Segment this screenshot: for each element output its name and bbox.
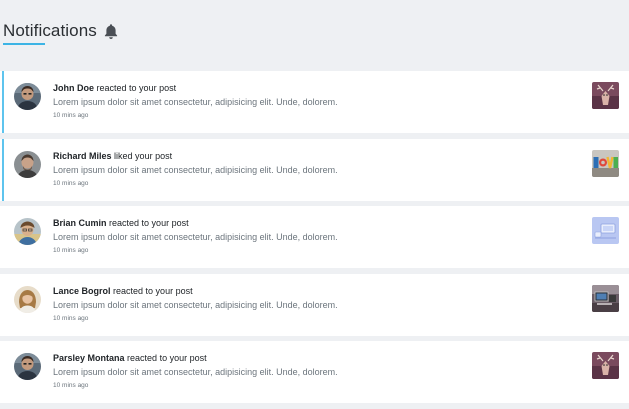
notification-action: reacted to your post [109, 218, 189, 228]
notification-content: Richard Miles liked your post Lorem ipsu… [53, 151, 338, 188]
notification-item[interactable]: Lance Bogrol reacted to your post Lorem … [0, 273, 629, 336]
notification-action: reacted to your post [113, 285, 193, 296]
avatar[interactable] [14, 150, 41, 178]
notification-message: Lorem ipsum dolor sit amet consectetur, … [53, 299, 338, 310]
post-thumbnail[interactable] [592, 149, 619, 177]
notification-content: Lance Bogrol reacted to your post Lorem … [53, 286, 338, 323]
user-name[interactable]: Parsley Montana [53, 353, 125, 363]
post-thumbnail[interactable] [592, 217, 619, 244]
user-name[interactable]: Brian Cumin [53, 218, 107, 228]
notification-headline: Parsley Montana reacted to your post [53, 353, 338, 364]
avatar[interactable] [14, 285, 41, 313]
avatar[interactable] [14, 353, 41, 380]
notification-item[interactable]: Richard Miles liked your post Lorem ipsu… [0, 138, 629, 201]
page-title: Notifications [3, 21, 97, 40]
post-thumbnail[interactable] [592, 352, 619, 379]
notification-headline: Lance Bogrol reacted to your post [53, 286, 338, 297]
user-name[interactable]: John Doe [53, 83, 94, 93]
notification-list: John Doe reacted to your post Lorem ipsu… [0, 71, 629, 409]
notification-message: Lorem ipsum dolor sit amet consectetur, … [53, 232, 338, 242]
post-thumbnail[interactable] [592, 82, 619, 109]
notification-headline: Richard Miles liked your post [53, 151, 338, 162]
notification-item[interactable]: John Doe reacted to your post Lorem ipsu… [0, 71, 629, 133]
bell-icon [103, 23, 119, 40]
user-name[interactable]: Richard Miles [53, 151, 112, 161]
avatar[interactable] [14, 218, 41, 245]
notification-message: Lorem ipsum dolor sit amet consectetur, … [53, 367, 338, 377]
notification-time: 10 mins ago [53, 179, 89, 187]
notification-headline: John Doe reacted to your post [53, 83, 338, 94]
notification-content: Parsley Montana reacted to your post Lor… [53, 353, 338, 390]
notification-action: liked your post [114, 150, 173, 161]
notification-time: 10 mins ago [53, 382, 89, 389]
notification-content: John Doe reacted to your post Lorem ipsu… [53, 83, 338, 120]
notification-headline: Brian Cumin reacted to your post [53, 218, 338, 229]
notification-time: 10 mins ago [53, 112, 89, 119]
post-thumbnail[interactable] [592, 284, 619, 312]
notification-action: reacted to your post [127, 353, 207, 363]
page-header: Notifications [3, 20, 119, 45]
notification-message: Lorem ipsum dolor sit amet consectetur, … [53, 97, 338, 107]
notification-time: 10 mins ago [53, 247, 89, 254]
notification-content: Brian Cumin reacted to your post Lorem i… [53, 218, 338, 255]
avatar[interactable] [14, 83, 41, 110]
user-name[interactable]: Lance Bogrol [53, 286, 111, 296]
notification-item[interactable]: Brian Cumin reacted to your post Lorem i… [0, 206, 629, 268]
notification-time: 10 mins ago [53, 314, 89, 322]
title-underline [3, 43, 45, 45]
notification-item[interactable]: Parsley Montana reacted to your post Lor… [0, 341, 629, 403]
page-title-wrap: Notifications [3, 20, 97, 45]
notification-action: reacted to your post [96, 83, 177, 93]
notification-message: Lorem ipsum dolor sit amet consectetur, … [53, 164, 338, 175]
